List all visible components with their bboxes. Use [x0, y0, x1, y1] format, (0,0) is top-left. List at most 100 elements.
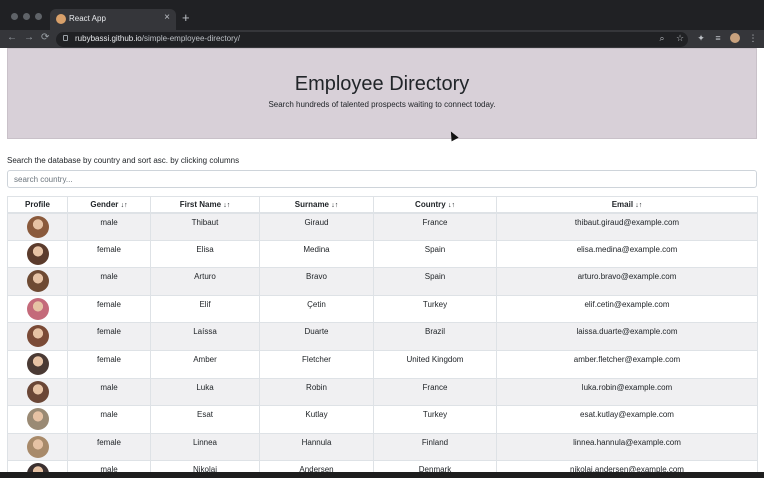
table-row: female Elisa Medina Spain elisa.medina@e… [7, 239, 758, 269]
table-header-row: Profile Gender ↓↑ First Name ↓↑ Surname … [7, 196, 758, 214]
employee-table: Profile Gender ↓↑ First Name ↓↑ Surname … [7, 196, 758, 472]
reload-button[interactable]: ⟳ [41, 31, 49, 45]
country-cell: Denmark [373, 460, 497, 472]
column-header-profile: Profile [7, 196, 68, 214]
header-label: Surname [294, 199, 329, 209]
first-name-cell: Nikolai [150, 460, 260, 472]
email-cell: elif.cetin@example.com [496, 294, 758, 324]
first-name-cell: Amber [150, 349, 260, 379]
new-tab-button[interactable]: + [182, 11, 190, 25]
country-cell: Spain [373, 239, 497, 269]
country-cell: Finland [373, 432, 497, 462]
country-cell: Turkey [373, 405, 497, 434]
bookmark-star-icon[interactable]: ☆ [675, 33, 685, 43]
header-label: Profile [25, 199, 50, 209]
surname-cell: Giraud [259, 212, 374, 241]
profile-cell [7, 239, 68, 269]
gender-cell: male [67, 212, 151, 241]
first-name-cell: Elisa [150, 239, 260, 269]
reading-list-icon[interactable]: ≡ [713, 33, 723, 43]
window-maximize-dot[interactable] [35, 13, 42, 20]
profile-cell [7, 377, 68, 407]
first-name-cell: Arturo [150, 267, 260, 296]
first-name-cell: Laíssa [150, 322, 260, 351]
country-cell: Spain [373, 267, 497, 296]
column-header-country[interactable]: Country ↓↑ [373, 196, 497, 214]
gender-cell: female [67, 432, 151, 462]
sort-icon[interactable]: ↓↑ [223, 202, 230, 209]
page-viewport: Employee Directory Search hundreds of ta… [0, 48, 764, 472]
back-button[interactable]: ← [7, 31, 17, 45]
gender-cell: female [67, 239, 151, 269]
surname-cell: Kutlay [259, 405, 374, 434]
window-close-dot[interactable] [11, 13, 18, 20]
page-subtitle: Search hundreds of talented prospects wa… [268, 100, 496, 109]
email-cell: laissa.duarte@example.com [496, 322, 758, 351]
sort-icon[interactable]: ↓↑ [331, 202, 338, 209]
email-cell: luka.robin@example.com [496, 377, 758, 407]
search-country-input[interactable] [7, 170, 757, 188]
gender-cell: female [67, 322, 151, 351]
address-bar[interactable]: rubybassi.github.io/simple-employee-dire… [56, 32, 688, 47]
menu-kebab-icon[interactable]: ⋮ [748, 33, 758, 43]
email-cell: thibaut.giraud@example.com [496, 212, 758, 241]
table-row: male Thibaut Giraud France thibaut.girau… [7, 212, 758, 241]
avatar [26, 270, 49, 293]
header-label: Country [415, 199, 446, 209]
avatar [26, 352, 49, 375]
forward-button[interactable]: → [24, 31, 34, 45]
avatar [26, 242, 49, 265]
sort-icon[interactable]: ↓↑ [448, 202, 455, 209]
profile-cell [7, 212, 68, 241]
country-cell: Turkey [373, 294, 497, 324]
tab-close-icon[interactable]: × [164, 12, 170, 23]
avatar [26, 215, 49, 238]
email-cell: nikolai.andersen@example.com [496, 460, 758, 472]
surname-cell: Hannula [259, 432, 374, 462]
profile-avatar-icon[interactable] [730, 33, 740, 43]
window-minimize-dot[interactable] [23, 13, 30, 20]
table-row: male Luka Robin France luka.robin@exampl… [7, 377, 758, 407]
extensions-icon[interactable]: ✦ [696, 33, 706, 43]
email-cell: arturo.bravo@example.com [496, 267, 758, 296]
profile-cell [7, 460, 68, 472]
sort-icon[interactable]: ↓↑ [121, 202, 128, 209]
country-cell: United Kingdom [373, 349, 497, 379]
column-header-surname[interactable]: Surname ↓↑ [259, 196, 374, 214]
tab-favicon-icon [56, 14, 66, 24]
profile-cell [7, 405, 68, 434]
email-cell: elisa.medina@example.com [496, 239, 758, 269]
avatar [26, 408, 49, 431]
url-text: rubybassi.github.io/simple-employee-dire… [75, 34, 240, 43]
first-name-cell: Luka [150, 377, 260, 407]
avatar [26, 325, 49, 348]
browser-tab[interactable]: React App × [50, 9, 176, 30]
first-name-cell: Elif [150, 294, 260, 324]
surname-cell: Duarte [259, 322, 374, 351]
table-row: female Laíssa Duarte Brazil laissa.duart… [7, 322, 758, 351]
hero-banner: Employee Directory Search hundreds of ta… [7, 48, 757, 139]
gender-cell: male [67, 460, 151, 472]
table-row: male Nikolai Andersen Denmark nikolai.an… [7, 460, 758, 472]
first-name-cell: Thibaut [150, 212, 260, 241]
surname-cell: Medina [259, 239, 374, 269]
email-cell: linnea.hannula@example.com [496, 432, 758, 462]
column-header-email[interactable]: Email ↓↑ [496, 196, 758, 214]
profile-cell [7, 349, 68, 379]
gender-cell: female [67, 349, 151, 379]
gender-cell: male [67, 405, 151, 434]
browser-toolbar: ← → ⟳ rubybassi.github.io/simple-employe… [0, 30, 764, 48]
gender-cell: female [67, 294, 151, 324]
header-label: First Name [179, 199, 222, 209]
surname-cell: Robin [259, 377, 374, 407]
table-row: female Linnea Hannula Finland linnea.han… [7, 432, 758, 462]
sort-icon[interactable]: ↓↑ [635, 202, 642, 209]
column-header-first-name[interactable]: First Name ↓↑ [150, 196, 260, 214]
zoom-icon[interactable]: ⌕ [657, 33, 667, 43]
surname-cell: Çetin [259, 294, 374, 324]
gender-cell: male [67, 377, 151, 407]
column-header-gender[interactable]: Gender ↓↑ [67, 196, 151, 214]
header-label: Gender [90, 199, 119, 209]
profile-cell [7, 294, 68, 324]
table-row: male Arturo Bravo Spain arturo.bravo@exa… [7, 267, 758, 296]
